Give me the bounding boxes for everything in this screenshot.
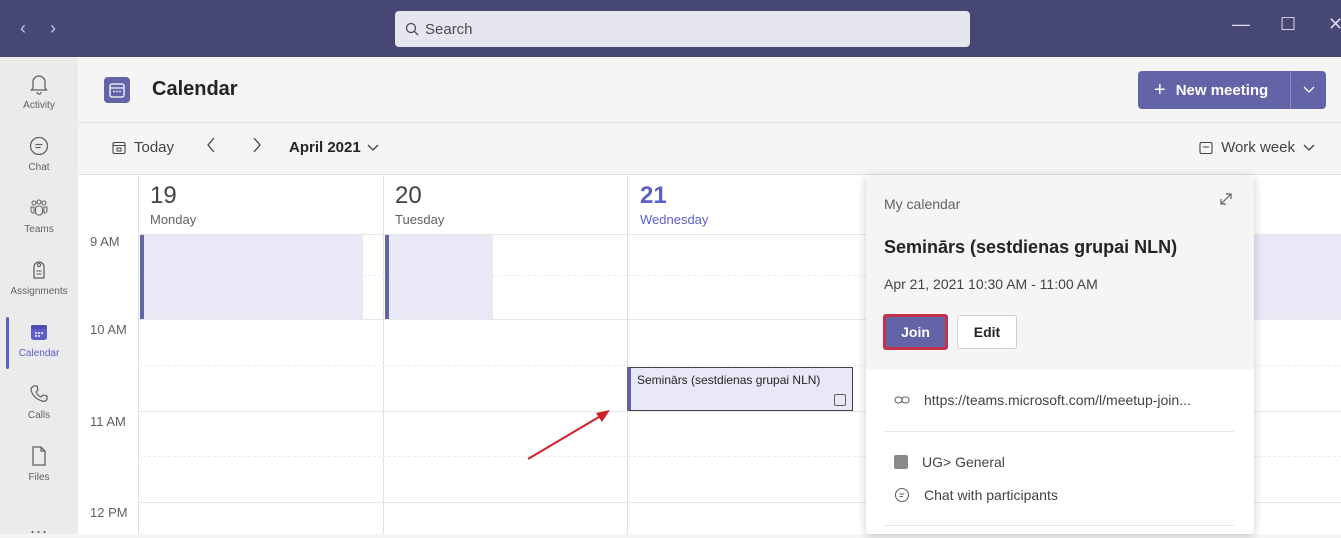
meeting-event[interactable]: Seminārs (sestdienas grupai NLN): [627, 367, 853, 411]
rail-item-assignments[interactable]: Assignments: [0, 251, 78, 313]
rail-item-teams[interactable]: Teams: [0, 189, 78, 251]
arrow-annotation: [527, 410, 610, 460]
meeting-popup-card: My calendar Seminārs (sestdienas grupai …: [866, 175, 1254, 534]
day-header-monday[interactable]: 19 Monday: [150, 182, 196, 227]
day-number: 19: [150, 182, 177, 209]
search-input[interactable]: Search: [395, 11, 970, 47]
chevron-left-icon: [207, 137, 215, 153]
divider: [884, 525, 1234, 526]
time-gutter-divider: [138, 176, 139, 534]
join-button[interactable]: Join: [883, 314, 948, 350]
chevron-down-icon: [367, 144, 379, 151]
meeting-title: Seminārs (sestdienas grupai NLN): [884, 237, 1178, 257]
plus-icon: +: [1154, 79, 1166, 101]
day-divider: [627, 176, 628, 534]
day-name: Tuesday: [395, 212, 445, 227]
minimize-button[interactable]: —: [1232, 14, 1250, 35]
calendar-icon: [26, 319, 52, 345]
rail-item-files[interactable]: Files: [0, 437, 78, 499]
new-meeting-dropdown[interactable]: [1290, 71, 1326, 109]
close-button[interactable]: ✕: [1328, 14, 1341, 35]
calendar-header: Calendar + New meeting: [78, 57, 1341, 123]
edit-button[interactable]: Edit: [957, 315, 1017, 349]
next-week-button[interactable]: [252, 137, 262, 158]
teams-icon: [26, 195, 52, 221]
phone-icon: [26, 381, 52, 407]
meeting-link-row[interactable]: https://teams.microsoft.com/l/meetup-joi…: [894, 392, 1191, 408]
event-notes-icon: [834, 394, 846, 406]
page-title: Calendar: [152, 78, 238, 100]
bell-icon: [26, 71, 52, 97]
search-icon: [405, 22, 419, 36]
rail-label: Calendar: [18, 348, 60, 359]
day-number: 21: [640, 182, 667, 209]
day-name: Wednesday: [640, 212, 709, 227]
divider: [884, 431, 1234, 432]
rail-item-calendar[interactable]: Calendar: [0, 313, 78, 375]
work-week-icon: [1199, 141, 1213, 154]
channel-row[interactable]: UG> General: [894, 454, 1005, 470]
rail-label: Calls: [27, 410, 51, 421]
chat-icon: [26, 133, 52, 159]
calendar-label: My calendar: [884, 196, 961, 212]
meeting-time: Apr 21, 2021 10:30 AM - 11:00 AM: [884, 276, 1098, 292]
search-placeholder: Search: [425, 20, 473, 38]
rail-item-activity[interactable]: Activity: [0, 65, 78, 127]
time-label: 10 AM: [90, 322, 127, 337]
rail-item-chat[interactable]: Chat: [0, 127, 78, 189]
file-icon: [26, 443, 52, 469]
rail-label: Assignments: [10, 286, 68, 297]
day-header-tuesday[interactable]: 20 Tuesday: [395, 182, 444, 227]
chat-with-participants-label: Chat with participants: [924, 487, 1058, 503]
month-label: April 2021: [289, 139, 361, 156]
time-label: 9 AM: [90, 234, 120, 249]
day-header-wednesday[interactable]: 21 Wednesday: [640, 182, 708, 227]
more-apps-button[interactable]: ...: [0, 517, 78, 538]
meeting-link[interactable]: https://teams.microsoft.com/l/meetup-joi…: [924, 392, 1191, 408]
view-switcher[interactable]: Work week: [1199, 139, 1315, 156]
time-label: 12 PM: [90, 505, 128, 520]
calendar-toolbar: Today April 2021 Work week: [78, 123, 1341, 175]
forward-arrow-icon[interactable]: ›: [50, 18, 56, 38]
rail-item-calls[interactable]: Calls: [0, 375, 78, 437]
busy-block[interactable]: [140, 235, 363, 319]
link-icon: [894, 396, 910, 404]
back-arrow-icon[interactable]: ‹: [20, 18, 26, 38]
chat-icon: [894, 487, 910, 503]
day-name: Monday: [150, 212, 197, 227]
busy-block[interactable]: [385, 235, 493, 319]
chevron-down-icon: [1303, 144, 1315, 151]
new-meeting-button[interactable]: + New meeting: [1138, 71, 1326, 109]
chat-row[interactable]: Chat with participants: [894, 487, 1058, 503]
view-label: Work week: [1221, 139, 1295, 156]
rail-label: Chat: [28, 162, 50, 173]
day-number: 20: [395, 182, 422, 209]
previous-week-button[interactable]: [206, 137, 216, 158]
rail-label: Activity: [23, 100, 55, 111]
title-bar: ‹ › Search — ☐ ✕: [0, 0, 1341, 57]
popup-header: My calendar Seminārs (sestdienas grupai …: [866, 175, 1254, 370]
rail-label: Files: [28, 472, 50, 483]
event-title: Seminārs (sestdienas grupai NLN): [637, 373, 821, 387]
chevron-right-icon: [253, 137, 261, 153]
today-icon: [112, 141, 126, 154]
assignments-icon: [26, 257, 52, 283]
channel-name: UG> General: [922, 454, 1005, 470]
new-meeting-label: New meeting: [1175, 81, 1269, 99]
channel-icon: [894, 455, 908, 469]
chevron-down-icon: [1303, 86, 1314, 93]
app-rail: Activity Chat Teams Assignments Calendar…: [0, 57, 78, 537]
day-divider: [383, 176, 384, 534]
today-label: Today: [134, 139, 175, 156]
month-picker[interactable]: April 2021: [289, 139, 379, 156]
maximize-button[interactable]: ☐: [1280, 14, 1296, 35]
new-meeting-main[interactable]: + New meeting: [1138, 71, 1290, 109]
rail-label: Teams: [24, 224, 54, 235]
expand-icon[interactable]: [1218, 191, 1234, 212]
calendar-app-icon: [104, 77, 130, 103]
time-label: 11 AM: [90, 414, 126, 429]
today-button[interactable]: Today: [112, 139, 174, 156]
